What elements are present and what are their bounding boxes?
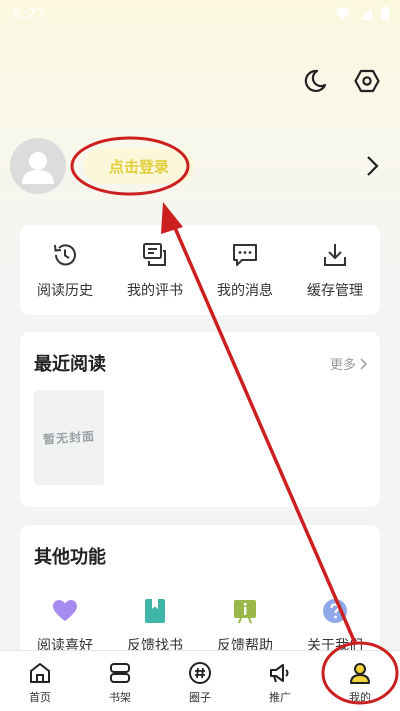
recent-reading-card: 最近阅读 更多 暂无封面 [20, 332, 380, 507]
nav-label: 圈子 [189, 691, 211, 704]
home-icon [27, 660, 53, 686]
nav-circle[interactable]: 圈子 [160, 651, 240, 711]
other-item-preferences[interactable]: 阅读喜好 [20, 597, 110, 655]
settings-icon[interactable] [352, 66, 382, 96]
nav-mine[interactable]: 我的 [320, 651, 400, 711]
question-circle-icon [321, 597, 349, 625]
nav-home[interactable]: 首页 [0, 651, 80, 711]
chevron-right-icon [360, 357, 368, 370]
quick-item-cache[interactable]: 缓存管理 [290, 225, 380, 315]
night-mode-icon[interactable] [300, 66, 330, 96]
cover-placeholder-text: 暂无封面 [42, 429, 96, 447]
status-icons [335, 6, 390, 21]
bookmark-book-icon [141, 597, 169, 625]
nav-promote[interactable]: 推广 [240, 651, 320, 711]
nav-label: 推广 [269, 691, 291, 704]
nav-label: 我的 [349, 691, 371, 704]
nav-label: 首页 [29, 691, 51, 704]
hashtag-icon [187, 660, 213, 686]
quick-item-label: 阅读历史 [37, 283, 93, 299]
battery-icon [381, 6, 390, 21]
quick-item-messages[interactable]: 我的消息 [200, 225, 290, 315]
other-item-find-book[interactable]: 反馈找书 [110, 597, 200, 655]
signal-icon [360, 7, 372, 20]
message-icon [230, 240, 260, 270]
nav-bookshelf[interactable]: 书架 [80, 651, 160, 711]
quick-actions-card: 阅读历史 我的评书 我的消息 缓存管理 [20, 225, 380, 315]
chevron-right-icon[interactable] [360, 154, 384, 178]
history-icon [50, 240, 80, 270]
more-link[interactable]: 更多 [330, 354, 368, 373]
bookshelf-icon [107, 660, 133, 686]
profile-row[interactable]: 点击登录 [10, 138, 390, 196]
other-item-about[interactable]: 关于我们 [290, 597, 380, 655]
book-cover-placeholder[interactable]: 暂无封面 [34, 390, 104, 485]
download-icon [320, 240, 350, 270]
megaphone-icon [267, 660, 293, 686]
quick-item-label: 我的消息 [217, 283, 273, 299]
recent-title: 最近阅读 [34, 354, 106, 375]
quick-item-label: 缓存管理 [307, 283, 363, 299]
status-bar: 6:27 [0, 0, 400, 28]
info-board-icon [231, 597, 259, 625]
other-grid: 阅读喜好 反馈找书 反馈帮助 关于我们 [20, 597, 380, 655]
quick-item-history[interactable]: 阅读历史 [20, 225, 110, 315]
nav-label: 书架 [109, 691, 131, 704]
status-time: 6:27 [12, 5, 46, 23]
quick-item-label: 我的评书 [127, 283, 183, 299]
bottom-nav: 首页 书架 圈子 推广 我的 [0, 650, 400, 711]
login-button[interactable]: 点击登录 [84, 148, 194, 184]
top-actions [300, 66, 382, 96]
other-item-help[interactable]: 反馈帮助 [200, 597, 290, 655]
other-title: 其他功能 [34, 547, 106, 568]
quick-item-reviews[interactable]: 我的评书 [110, 225, 200, 315]
person-icon [347, 660, 373, 686]
avatar[interactable] [10, 138, 66, 194]
heart-icon [51, 597, 79, 625]
review-icon [140, 240, 170, 270]
more-label: 更多 [329, 358, 356, 373]
wifi-icon [335, 7, 351, 20]
